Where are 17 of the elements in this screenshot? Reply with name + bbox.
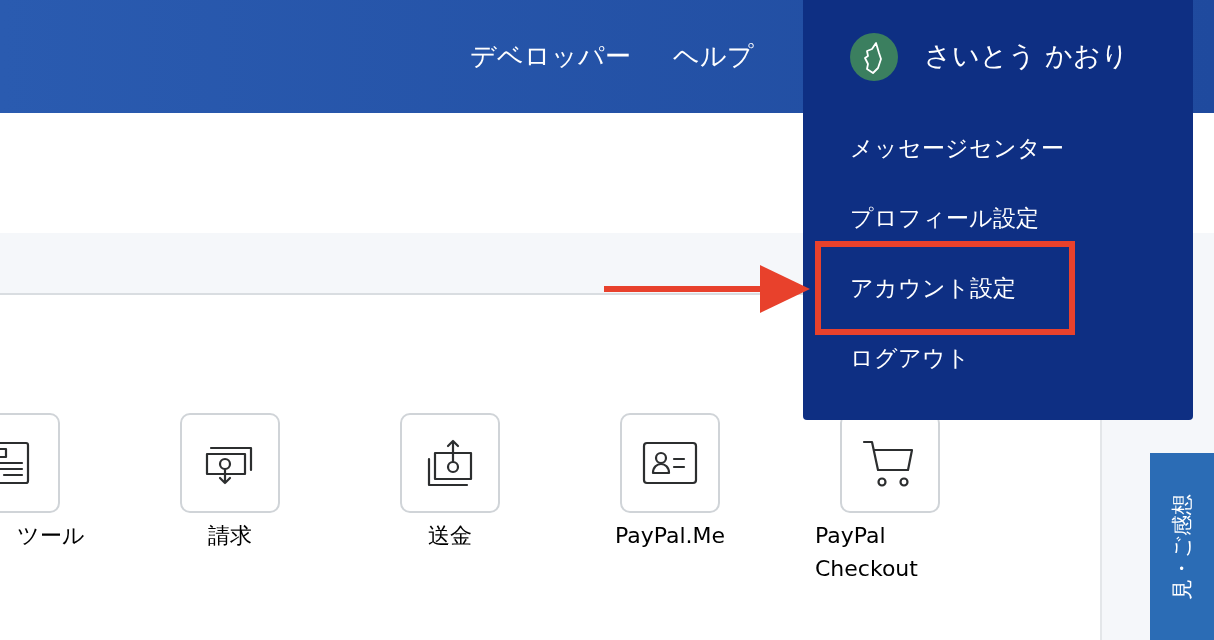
avatar-icon xyxy=(850,32,898,81)
feedback-tab[interactable]: 見・ご感想 xyxy=(1150,453,1214,640)
menu-item[interactable]: メッセージセンター xyxy=(815,113,1075,183)
tool-tile[interactable] xyxy=(180,413,280,513)
tool-label: ツール xyxy=(17,522,85,550)
menu-item[interactable]: アカウント設定 xyxy=(815,241,1075,335)
id-card-icon xyxy=(641,440,699,486)
tool-label: PayPal Checkout xyxy=(815,522,919,583)
document-icon xyxy=(0,439,32,487)
nav-link[interactable]: ヘルプ xyxy=(673,37,754,76)
nav-link[interactable]: デベロッパー xyxy=(470,37,631,76)
tool-label: 請求 xyxy=(208,522,252,550)
tool-label: PayPal.Me xyxy=(614,522,726,550)
tool-label: 送金 xyxy=(428,522,472,550)
tool-tile[interactable] xyxy=(620,413,720,513)
user-name[interactable]: さいとう かおり xyxy=(924,36,1129,77)
tool-tile[interactable] xyxy=(400,413,500,513)
